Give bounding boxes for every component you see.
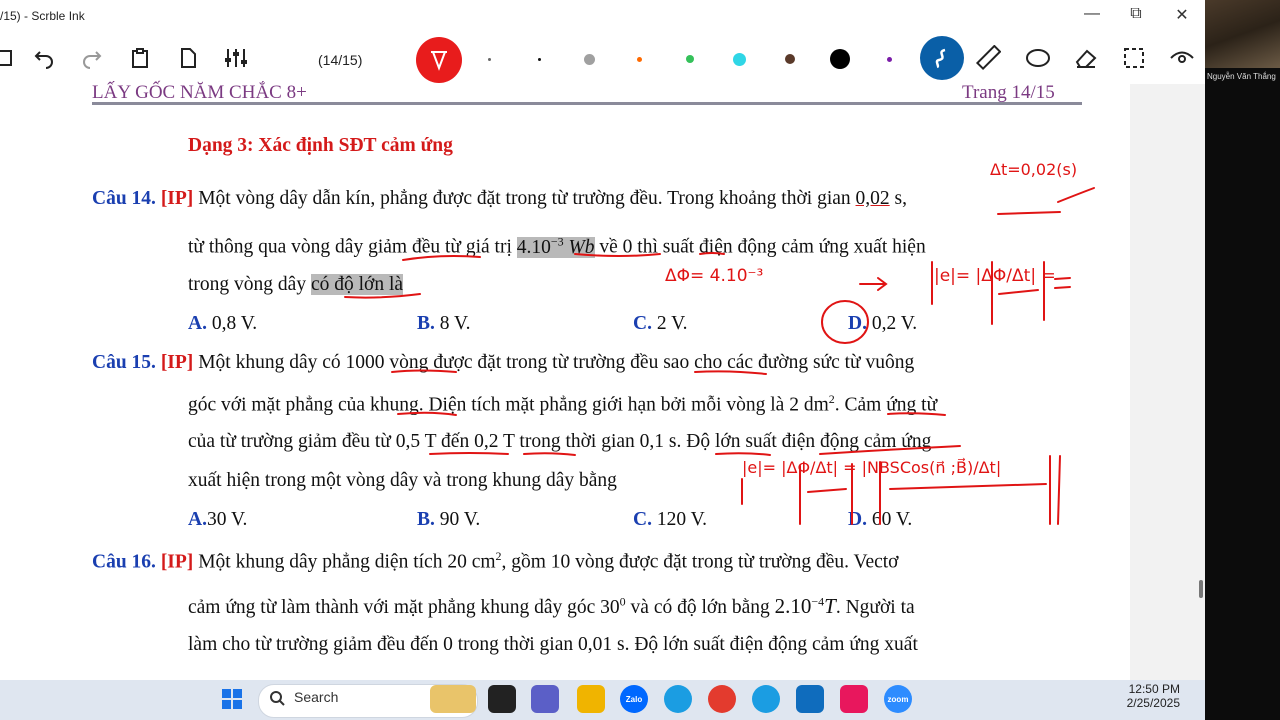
toolbar: (14/15)	[0, 32, 1205, 84]
view-eye-icon[interactable]	[1168, 44, 1196, 72]
file-explorer-icon[interactable]	[577, 685, 605, 713]
close-button[interactable]: ✕	[1168, 5, 1196, 27]
ellipse-tool-icon[interactable]	[1024, 44, 1052, 72]
color-swatch-8[interactable]	[830, 49, 850, 69]
minimize-button[interactable]: —	[1078, 5, 1106, 27]
lasso-select-icon[interactable]	[1120, 44, 1148, 72]
webcam-panel	[1205, 0, 1280, 720]
webcam-participant-name: Nguyễn Văn Thắng	[1207, 72, 1276, 81]
pen-tool-button[interactable]	[416, 37, 462, 83]
color-swatch-3[interactable]	[584, 54, 595, 65]
annotation-delta-t: Δt=0,02(s)	[990, 160, 1078, 179]
teams-icon[interactable]	[531, 685, 559, 713]
title-bar: /15) - Scrble Ink — ⧉ ✕	[0, 0, 1205, 32]
new-page-icon[interactable]	[174, 44, 202, 72]
task-view-icon[interactable]	[488, 685, 516, 713]
pen-icon	[431, 51, 447, 71]
annotation-emf-formula: |e|= |ΔΦ/Δt| =	[934, 266, 1056, 286]
page-indicator: (14/15)	[318, 52, 363, 68]
annotation-emf-formula-2: |e|= |ΔΦ/Δt| = |NBSCos(n⃗ ;B⃗)/Δt|	[742, 458, 1002, 477]
annotation-delta-phi: ΔΦ= 4.10⁻³	[665, 266, 764, 286]
color-swatch-5[interactable]	[686, 55, 694, 63]
redo-icon[interactable]	[78, 44, 106, 72]
color-swatch-2[interactable]	[538, 58, 541, 61]
windows-start-icon[interactable]	[218, 685, 246, 713]
zoom-icon[interactable]: zoom	[884, 685, 912, 713]
ruler-icon[interactable]	[974, 44, 1002, 72]
window-title: /15) - Scrble Ink	[0, 9, 85, 23]
squiggle-icon	[935, 48, 946, 69]
zalo-icon[interactable]: Zalo	[620, 685, 648, 713]
search-placeholder: Search	[294, 689, 339, 705]
maximize-button[interactable]: ⧉	[1122, 5, 1150, 27]
edge-beta-icon[interactable]	[752, 685, 780, 713]
clock-date: 2/25/2025	[1126, 696, 1180, 710]
scrollbar-thumb[interactable]	[1199, 580, 1203, 598]
curve-tool-button[interactable]	[920, 36, 964, 80]
clock-time: 12:50 PM	[1128, 682, 1180, 696]
search-icon	[268, 689, 286, 712]
webcam-video	[1205, 0, 1280, 68]
paste-icon[interactable]	[126, 44, 154, 72]
edge-icon[interactable]	[664, 685, 692, 713]
color-swatch-4[interactable]	[637, 57, 642, 62]
search-highlight-icon[interactable]	[430, 685, 476, 713]
settings-sliders-icon[interactable]	[222, 44, 250, 72]
save-icon[interactable]	[0, 44, 18, 72]
color-swatch-6[interactable]	[733, 53, 746, 66]
ink-annotations	[344, 187, 1095, 525]
snipping-tool-icon[interactable]	[796, 685, 824, 713]
undo-icon[interactable]	[30, 44, 58, 72]
canvas-margin	[1130, 84, 1205, 680]
tiktok-icon[interactable]	[840, 685, 868, 713]
eraser-icon[interactable]	[1072, 44, 1100, 72]
chrome-icon[interactable]	[708, 685, 736, 713]
taskbar-clock[interactable]: 12:50 PM 2/25/2025	[1120, 682, 1180, 710]
color-swatch-7[interactable]	[785, 54, 795, 64]
color-swatch-9[interactable]	[887, 57, 892, 62]
color-swatch-1[interactable]	[488, 58, 491, 61]
